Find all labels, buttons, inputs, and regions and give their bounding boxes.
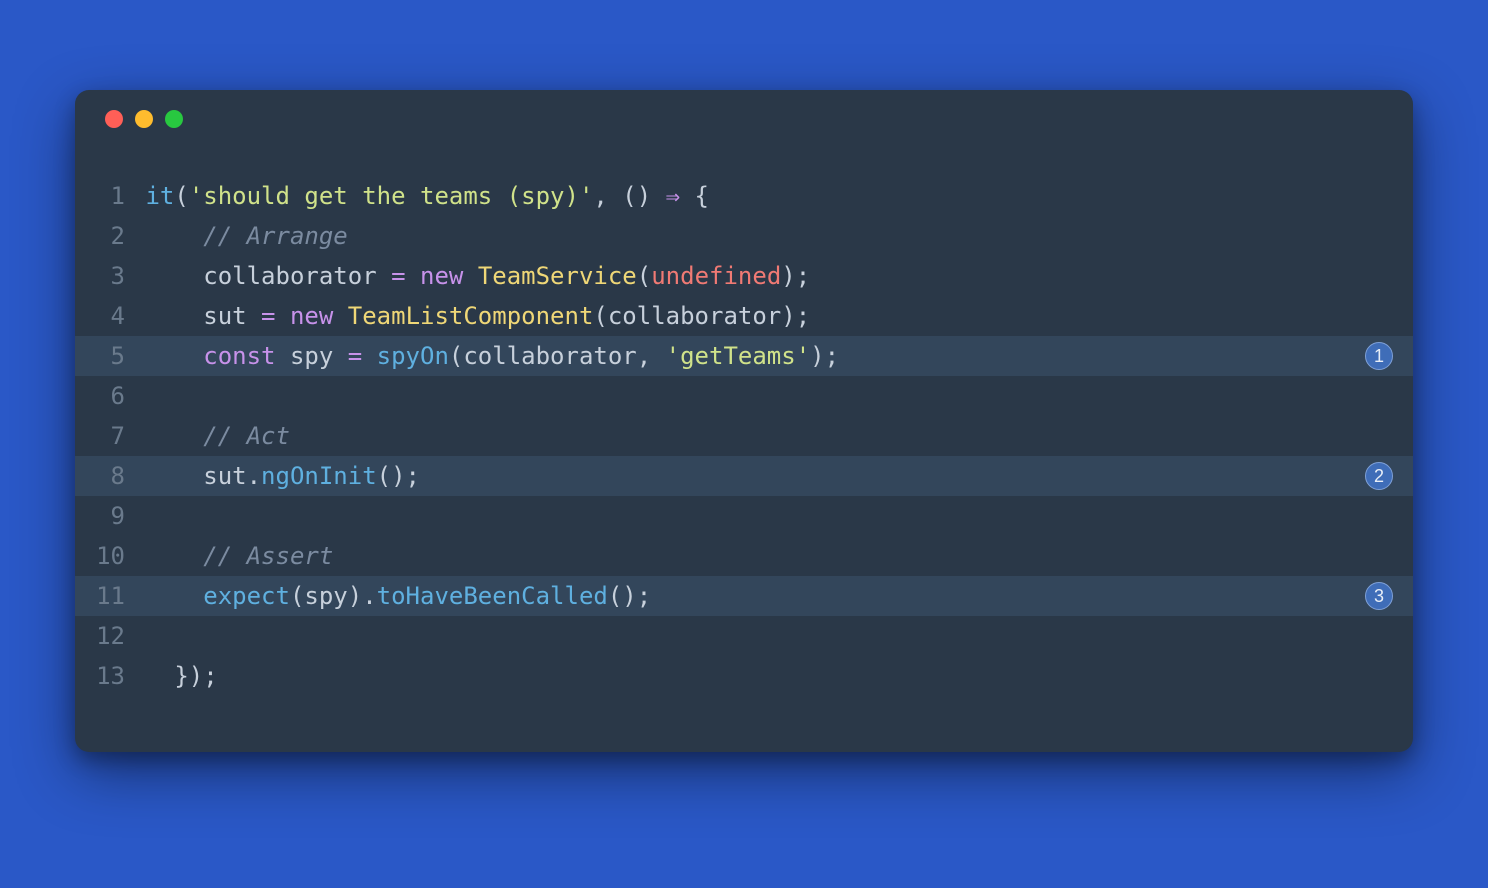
line-content[interactable]: sut = new TeamListComponent(collaborator… [131,296,1353,336]
code-token: expect [203,582,290,610]
code-token: 'should get the teams (spy)' [189,182,594,210]
line-number: 5 [75,336,131,376]
annotation-badge: 1 [1365,342,1393,370]
line-content[interactable]: const spy = spyOn(collaborator, 'getTeam… [131,336,1353,376]
editor-window: 1 it('should get the teams (spy)', () ⇒ … [75,90,1413,752]
code-token: }); [145,662,217,690]
code-token [145,582,203,610]
code-editor[interactable]: 1 it('should get the teams (spy)', () ⇒ … [75,148,1413,752]
code-token: // Arrange [203,222,348,250]
code-token [276,302,290,330]
code-token: , () [593,182,665,210]
code-line[interactable]: 12 [75,616,1413,656]
code-line[interactable]: 10 // Assert [75,536,1413,576]
code-token: TeamListComponent [348,302,594,330]
code-line[interactable]: 11 expect(spy).toHaveBeenCalled(); 3 [75,576,1413,616]
line-number: 2 [75,216,131,256]
minimize-icon[interactable] [135,110,153,128]
line-content[interactable]: collaborator = new TeamService(undefined… [131,256,1353,296]
code-token: spy [276,342,348,370]
line-content[interactable] [131,376,1353,416]
code-token: new [420,262,463,290]
code-token: (collaborator, [449,342,666,370]
line-number: 9 [75,496,131,536]
line-content[interactable]: }); [131,656,1353,696]
line-number: 10 [75,536,131,576]
zoom-icon[interactable] [165,110,183,128]
code-token: spyOn [377,342,449,370]
code-line[interactable]: 8 sut.ngOnInit(); 2 [75,456,1413,496]
code-line[interactable]: 13 }); [75,656,1413,696]
code-line[interactable]: 3 collaborator = new TeamService(undefin… [75,256,1413,296]
line-number: 6 [75,376,131,416]
line-number: 8 [75,456,131,496]
code-token [145,222,203,250]
code-token [463,262,477,290]
code-line[interactable]: 6 [75,376,1413,416]
line-number: 7 [75,416,131,456]
line-number: 11 [75,576,131,616]
code-token: ngOnInit [261,462,377,490]
code-token: { [680,182,709,210]
code-line[interactable]: 2 // Arrange [75,216,1413,256]
code-line[interactable]: 7 // Act [75,416,1413,456]
code-token: TeamService [478,262,637,290]
code-token: (); [608,582,651,610]
code-line[interactable]: 9 [75,496,1413,536]
code-token [333,302,347,330]
code-token: sut. [145,462,261,490]
code-token [362,342,376,370]
code-token: ); [781,262,810,290]
code-token [145,342,203,370]
code-token: const [203,342,275,370]
code-token: ( [637,262,651,290]
code-token [145,422,203,450]
code-token: 'getTeams' [666,342,811,370]
line-content[interactable]: it('should get the teams (spy)', () ⇒ { [131,176,1353,216]
line-number: 3 [75,256,131,296]
close-icon[interactable] [105,110,123,128]
line-content[interactable]: // Act [131,416,1353,456]
code-token: new [290,302,333,330]
line-content[interactable]: // Arrange [131,216,1353,256]
line-content[interactable]: sut.ngOnInit(); [131,456,1353,496]
code-token: // Act [203,422,290,450]
code-token: ); [810,342,839,370]
code-token: (); [377,462,420,490]
code-token: it [145,182,174,210]
line-content[interactable] [131,496,1353,536]
line-number: 4 [75,296,131,336]
code-token: = [391,262,405,290]
code-token: sut [203,302,261,330]
annotation-badge: 2 [1365,462,1393,490]
line-number: 13 [75,656,131,696]
line-number: 12 [75,616,131,656]
code-token: ⇒ [666,182,680,210]
code-token: undefined [651,262,781,290]
code-line[interactable]: 4 sut = new TeamListComponent(collaborat… [75,296,1413,336]
code-token: toHaveBeenCalled [377,582,608,610]
annotation-badge: 3 [1365,582,1393,610]
code-token [145,542,203,570]
code-line[interactable]: 1 it('should get the teams (spy)', () ⇒ … [75,176,1413,216]
code-token [145,302,203,330]
code-token: collaborator [203,262,391,290]
window-titlebar [75,90,1413,148]
line-content[interactable]: expect(spy).toHaveBeenCalled(); [131,576,1353,616]
line-content[interactable]: // Assert [131,536,1353,576]
line-content[interactable] [131,616,1353,656]
code-token [406,262,420,290]
code-token: = [261,302,275,330]
code-line[interactable]: 5 const spy = spyOn(collaborator, 'getTe… [75,336,1413,376]
code-token: // Assert [203,542,333,570]
code-token: = [348,342,362,370]
code-token: (collaborator); [593,302,810,330]
code-token [145,262,203,290]
code-token: (spy). [290,582,377,610]
code-token: ( [174,182,188,210]
line-number: 1 [75,176,131,216]
